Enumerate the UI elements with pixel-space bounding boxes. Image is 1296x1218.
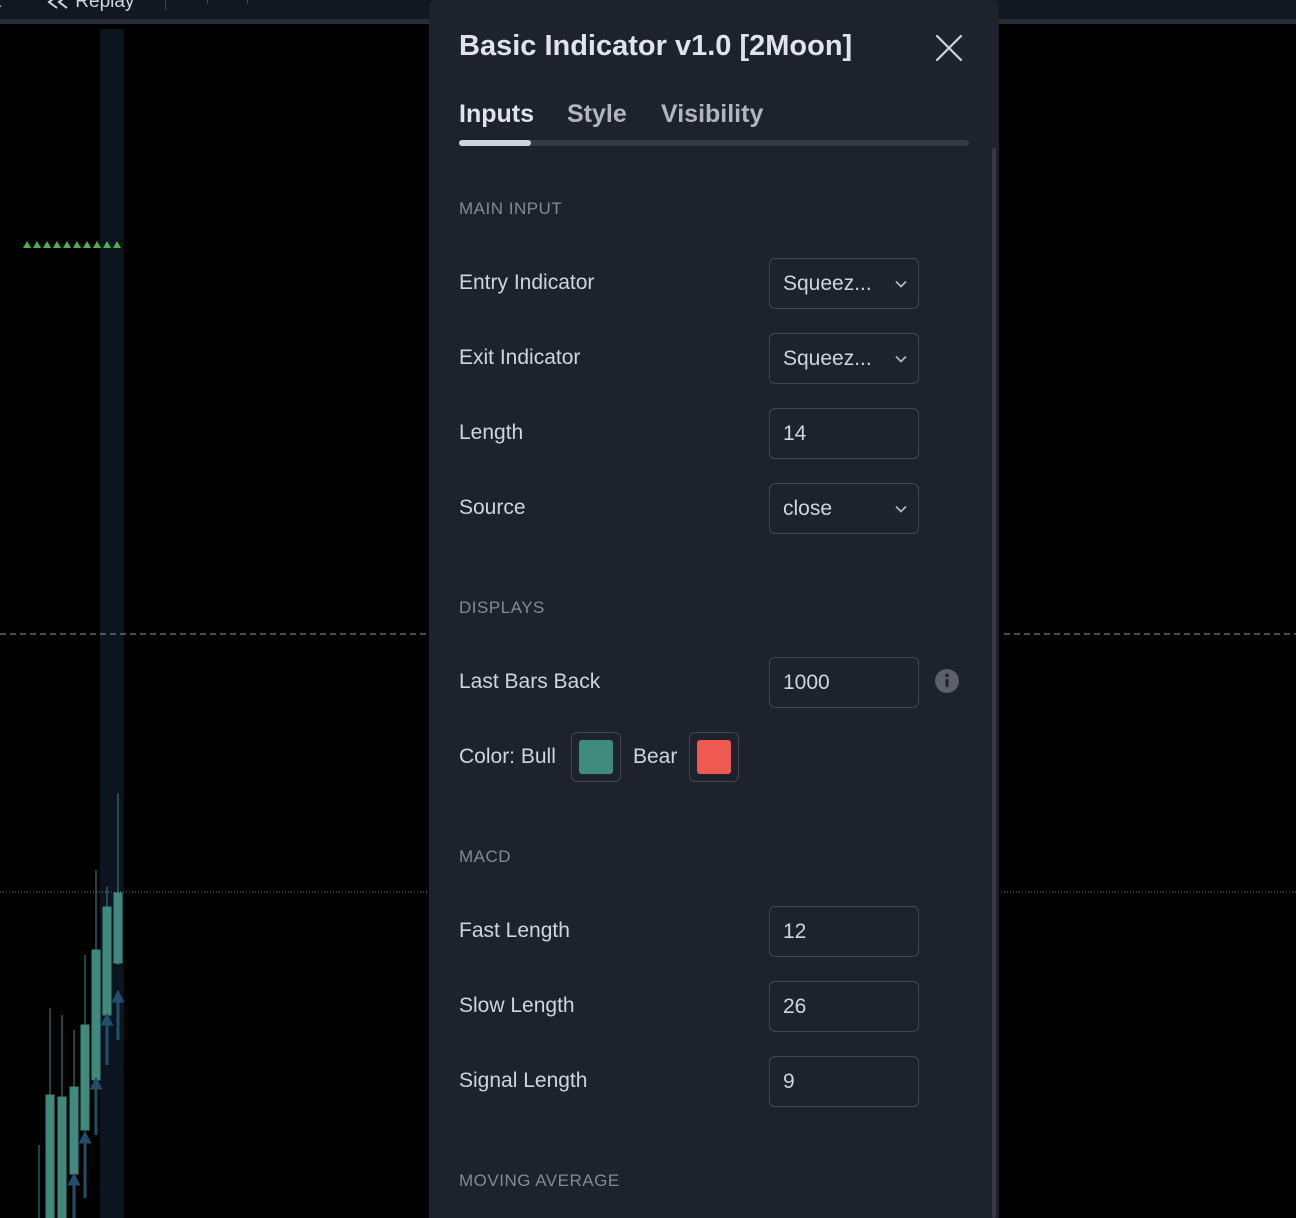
last-bars-back-input[interactable]: 1000 bbox=[769, 657, 919, 708]
length-label: Length bbox=[459, 421, 524, 444]
bear-color-swatch[interactable] bbox=[689, 732, 739, 782]
dialog-scrollbar[interactable] bbox=[992, 148, 996, 1218]
length-input[interactable]: 14 bbox=[769, 408, 919, 459]
chevron-down-icon bbox=[895, 280, 907, 288]
rewind-icon bbox=[47, 0, 68, 9]
section-moving-average: MOVING AVERAGE bbox=[459, 1171, 620, 1190]
replay-label: Replay bbox=[75, 0, 135, 12]
exit-indicator-select[interactable]: Squeez... bbox=[769, 333, 919, 384]
toolbar-divider bbox=[247, 0, 248, 4]
section-macd: MACD bbox=[459, 847, 512, 866]
indicator-settings-dialog: Basic Indicator v1.0 [2Moon] Inputs Styl… bbox=[429, 0, 999, 1218]
source-label: Source bbox=[459, 496, 526, 519]
bull-color-fill bbox=[579, 740, 613, 774]
entry-indicator-label: Entry Indicator bbox=[459, 271, 595, 294]
exit-indicator-label: Exit Indicator bbox=[459, 346, 581, 369]
last-bars-back-label: Last Bars Back bbox=[459, 670, 601, 693]
color-bull-label: Color: Bull bbox=[459, 745, 556, 768]
source-select[interactable]: close bbox=[769, 483, 919, 534]
close-button[interactable] bbox=[931, 30, 967, 66]
fast-length-input[interactable]: 12 bbox=[769, 906, 919, 957]
chevron-down-icon bbox=[895, 355, 907, 363]
signal-length-label: Signal Length bbox=[459, 1069, 588, 1092]
slow-length-label: Slow Length bbox=[459, 994, 575, 1017]
source-value: close bbox=[783, 497, 833, 520]
entry-indicator-value: Squeez... bbox=[783, 272, 872, 295]
info-icon[interactable] bbox=[934, 668, 960, 694]
tab-indicator-track bbox=[459, 140, 969, 146]
section-displays: DISPLAYS bbox=[459, 598, 545, 617]
chevron-down-icon bbox=[895, 505, 907, 513]
fast-length-label: Fast Length bbox=[459, 919, 570, 942]
entry-indicator-select[interactable]: Squeez... bbox=[769, 258, 919, 309]
toolbar-fragment: t bbox=[0, 0, 1, 13]
tab-inputs[interactable]: Inputs bbox=[459, 100, 534, 129]
bull-color-swatch[interactable] bbox=[571, 732, 621, 782]
section-main-input: MAIN INPUT bbox=[459, 199, 563, 218]
color-bear-label: Bear bbox=[633, 745, 678, 768]
highlight-column bbox=[100, 29, 124, 1218]
replay-button[interactable]: Replay bbox=[46, 0, 134, 13]
close-icon bbox=[935, 34, 963, 62]
signal-length-input[interactable]: 9 bbox=[769, 1056, 919, 1107]
slow-length-input[interactable]: 26 bbox=[769, 981, 919, 1032]
bear-color-fill bbox=[697, 740, 731, 774]
exit-indicator-value: Squeez... bbox=[783, 347, 872, 370]
toolbar-divider bbox=[165, 0, 166, 10]
tab-visibility[interactable]: Visibility bbox=[661, 100, 763, 129]
dialog-tabs: Inputs Style Visibility bbox=[459, 100, 969, 146]
tab-indicator-active bbox=[459, 140, 531, 146]
dialog-title: Basic Indicator v1.0 [2Moon] bbox=[459, 30, 853, 62]
toolbar-divider bbox=[207, 0, 208, 4]
tab-style[interactable]: Style bbox=[567, 100, 627, 129]
